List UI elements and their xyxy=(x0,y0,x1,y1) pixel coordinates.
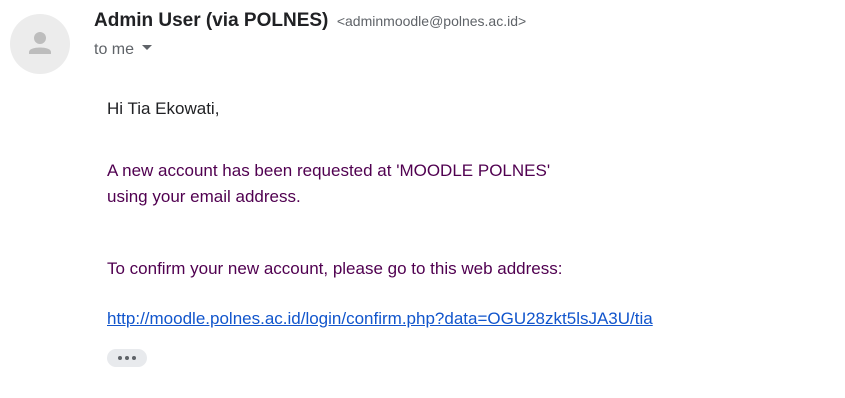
caret-down-icon[interactable] xyxy=(142,45,153,51)
person-icon xyxy=(29,32,51,54)
sender-name[interactable]: Admin User (via POLNES) xyxy=(94,10,328,31)
account-request-line-1: A new account has been requested at 'MOO… xyxy=(107,161,551,180)
account-request-paragraph: A new account has been requested at 'MOO… xyxy=(107,158,550,210)
confirm-instructions: To confirm your new account, please go t… xyxy=(107,259,563,278)
sender-email: <adminmoodle@polnes.ac.id> xyxy=(336,13,527,29)
confirmation-link[interactable]: http://moodle.polnes.ac.id/login/confirm… xyxy=(107,306,653,332)
sender-avatar[interactable] xyxy=(10,14,70,74)
account-request-line-2: using your email address. xyxy=(107,187,301,206)
show-trimmed-content-button[interactable] xyxy=(107,349,147,367)
ellipsis-icon xyxy=(118,356,136,360)
recipient-details-toggle[interactable]: to me xyxy=(94,38,153,62)
email-message: Admin User (via POLNES) <adminmoodle@pol… xyxy=(0,0,845,398)
sender-line: Admin User (via POLNES) <adminmoodle@pol… xyxy=(94,8,526,35)
recipient-label: to me xyxy=(94,41,135,58)
greeting-text: Hi Tia Ekowati, xyxy=(107,99,220,118)
